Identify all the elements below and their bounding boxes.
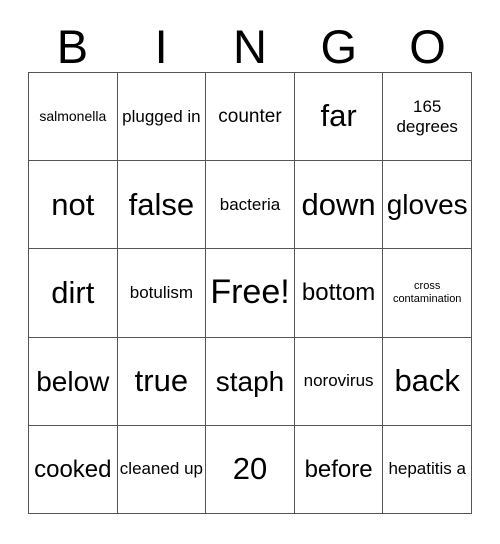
bingo-grid: salmonella plugged in counter far 165 degree… bbox=[28, 72, 472, 514]
bingo-header-row: B I N G O bbox=[28, 18, 472, 72]
bingo-cell-label: below bbox=[36, 365, 110, 397]
header-letter-n: N bbox=[233, 20, 267, 73]
bingo-cell-label: staph bbox=[215, 365, 285, 397]
header-letter-o: O bbox=[409, 20, 446, 73]
bingo-cell-label: 20 bbox=[232, 451, 268, 487]
bingo-cell-label: bacteria bbox=[219, 194, 281, 214]
bingo-cell[interactable]: cross contamination bbox=[383, 249, 472, 338]
bingo-cell-label: before bbox=[304, 455, 373, 483]
bingo-cell-label: norovirus bbox=[303, 371, 374, 391]
bingo-cell-label: cross contamination bbox=[392, 280, 462, 305]
bingo-cell[interactable]: plugged in bbox=[117, 73, 207, 162]
bingo-cell[interactable]: far bbox=[294, 73, 384, 162]
bingo-cell-label: hepatitis a bbox=[388, 459, 466, 479]
bingo-cell-free[interactable]: Free! bbox=[206, 249, 295, 338]
bingo-cell[interactable]: true bbox=[117, 337, 207, 426]
bingo-cell-label: 165 degrees bbox=[396, 96, 458, 136]
bingo-cell[interactable]: staph bbox=[206, 337, 295, 426]
bingo-cell-label: plugged in bbox=[122, 106, 201, 126]
bingo-cell-label: gloves bbox=[386, 189, 468, 221]
header-letter-b: B bbox=[56, 20, 89, 73]
bingo-cell[interactable]: dirt bbox=[29, 249, 118, 338]
bingo-cell-label: bottom bbox=[301, 279, 376, 307]
bingo-cell-label: dirt bbox=[51, 274, 95, 310]
bingo-cell[interactable]: before bbox=[294, 425, 384, 514]
bingo-cell[interactable]: counter bbox=[206, 73, 295, 162]
bingo-cell-label: down bbox=[301, 186, 376, 222]
bingo-cell[interactable]: bacteria bbox=[206, 161, 295, 250]
bingo-cell-label: true bbox=[134, 362, 189, 398]
bingo-cell-label: salmonella bbox=[39, 107, 107, 124]
bingo-cell-label: cleaned up bbox=[119, 459, 203, 479]
bingo-cell-label: far bbox=[320, 98, 357, 134]
bingo-cell[interactable]: botulism bbox=[117, 249, 207, 338]
bingo-cell[interactable]: hepatitis a bbox=[383, 425, 472, 514]
bingo-cell[interactable]: 165 degrees bbox=[383, 73, 472, 162]
bingo-cell[interactable]: cooked bbox=[29, 425, 118, 514]
bingo-cell[interactable]: not bbox=[29, 161, 118, 250]
bingo-cell[interactable]: false bbox=[117, 161, 207, 250]
bingo-cell[interactable]: norovirus bbox=[294, 337, 384, 426]
bingo-cell[interactable]: down bbox=[294, 161, 384, 250]
bingo-cell[interactable]: salmonella bbox=[29, 73, 118, 162]
bingo-cell[interactable]: below bbox=[29, 337, 118, 426]
bingo-cell-label: cooked bbox=[34, 455, 112, 483]
header-letter-g: G bbox=[320, 20, 358, 73]
bingo-cell[interactable]: back bbox=[383, 337, 472, 426]
bingo-cell-label: not bbox=[51, 186, 95, 222]
bingo-cell[interactable]: cleaned up bbox=[117, 425, 207, 514]
bingo-cell-label: Free! bbox=[210, 273, 290, 312]
header-letter-i: I bbox=[154, 20, 168, 73]
bingo-cell[interactable]: bottom bbox=[294, 249, 384, 338]
bingo-cell-label: counter bbox=[218, 105, 282, 127]
bingo-cell-label: botulism bbox=[129, 282, 194, 302]
bingo-card: B I N G O salmonella plugged in counter far… bbox=[0, 0, 500, 544]
bingo-cell[interactable]: 20 bbox=[206, 425, 295, 514]
bingo-cell-label: back bbox=[394, 362, 460, 398]
bingo-cell-label: false bbox=[128, 186, 195, 222]
bingo-cell[interactable]: gloves bbox=[383, 161, 472, 250]
